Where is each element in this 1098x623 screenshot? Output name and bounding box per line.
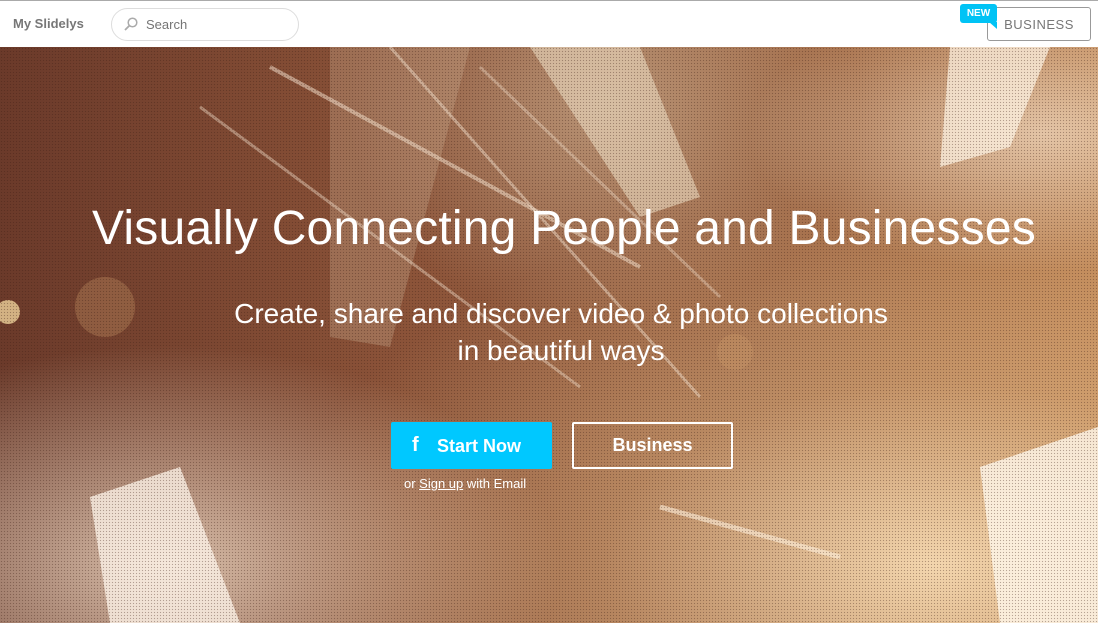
hero-subheadline: Create, share and discover video & photo…: [0, 295, 1098, 369]
signup-suffix: with Email: [463, 476, 527, 491]
email-signup-text: or Sign up with Email: [404, 476, 526, 491]
sign-up-link[interactable]: Sign up: [419, 476, 463, 491]
hero-banner: Visually Connecting People and Businesse…: [0, 47, 1098, 623]
search-box[interactable]: [111, 8, 299, 41]
subheadline-line-2: in beautiful ways: [457, 335, 665, 366]
subheadline-line-1: Create, share and discover video & photo…: [234, 298, 888, 329]
signup-prefix: or: [404, 476, 420, 491]
facebook-icon: f: [412, 434, 419, 456]
business-button[interactable]: Business: [572, 422, 733, 469]
new-badge: NEW: [960, 4, 997, 29]
search-input[interactable]: [146, 17, 286, 32]
top-navigation-bar: My Slidelys BUSINESS NEW: [0, 0, 1098, 47]
search-icon: [124, 17, 138, 31]
hero-headline: Visually Connecting People and Businesse…: [92, 202, 1036, 255]
start-now-facebook-button[interactable]: f Start Now: [391, 422, 552, 469]
my-slidelys-link[interactable]: My Slidelys: [13, 16, 84, 31]
business-nav-button[interactable]: BUSINESS: [987, 7, 1091, 41]
start-now-label: Start Now: [437, 436, 522, 456]
